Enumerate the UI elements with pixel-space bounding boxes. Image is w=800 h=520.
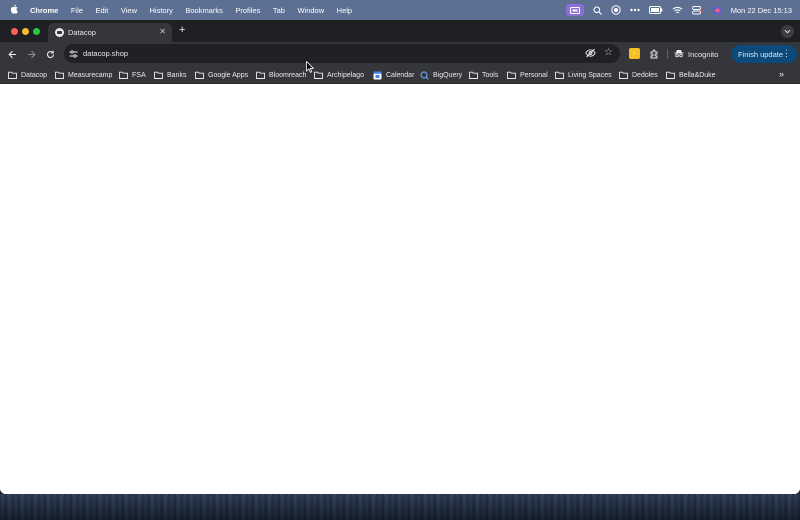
address-url[interactable]: datacop.shop [83,49,128,58]
tab-title: Datacop [68,28,96,37]
folder-icon [555,71,564,79]
screen-share-icon[interactable] [565,4,584,16]
bookmark-label: Banks [167,71,187,79]
menu-tab[interactable]: Tab [273,6,285,15]
folder-icon [119,71,128,79]
site-info-tune-icon[interactable] [68,48,79,59]
bookmark-label: Archipelago [327,71,364,79]
bookmark-star-icon[interactable]: ☆ [604,47,613,59]
extensions-puzzle-icon[interactable] [648,48,660,60]
bookmark-fsa[interactable]: FSA [119,69,146,81]
forward-arrow-icon[interactable] [25,48,37,60]
folder-icon [256,71,265,79]
tab-search-chevron-icon[interactable] [781,25,794,38]
menu-bookmarks[interactable]: Bookmarks [185,6,223,15]
chrome-window: Datacop ✕ + datacop.shop ☆ ⚡ Incognito F… [0,20,800,494]
folder-icon [619,71,628,79]
folder-icon [666,71,675,79]
bookmark-label: Dedoles [632,71,658,79]
menubar-status-area: Mon 22 Dec 15:13 [565,0,792,20]
bookmark-label: Datacop [21,71,48,79]
tab-strip: Datacop ✕ + [0,20,800,42]
bookmark-banks[interactable]: Banks [154,69,186,81]
bookmark-tools[interactable]: Tools [469,69,498,81]
more-dots-icon[interactable] [630,4,640,16]
menu-chrome[interactable]: Chrome [30,6,58,15]
tab-datacop[interactable]: Datacop ✕ [48,23,172,42]
bookmark-datacop[interactable]: Datacop [8,69,47,81]
bookmark-label: Tools [482,71,499,79]
back-arrow-icon[interactable] [6,48,18,60]
window-minimize-button[interactable] [22,28,29,35]
bookmark-label: Personal [520,71,548,79]
bookmark-label: Bloomreach [269,71,307,79]
bookmark-label: Measurecamp [68,71,113,79]
browser-toolbar: datacop.shop ☆ ⚡ Incognito Finish update… [0,42,800,66]
folder-icon [8,71,17,79]
tab-close-icon[interactable]: ✕ [159,27,166,36]
folder-icon [154,71,163,79]
bookmarks-bar: Datacop Measurecamp FSA Banks Google App… [0,66,800,84]
reload-icon[interactable] [44,48,56,60]
finish-update-label: Finish update [738,49,784,59]
folder-icon [195,71,204,79]
bookmark-personal[interactable]: Personal [507,69,548,81]
tab-favicon-icon [55,28,64,37]
macos-menu-bar: Chrome File Edit View History Bookmarks … [0,0,800,20]
bookmark-archipelago[interactable]: Archipelago [314,69,364,81]
desktop-wallpaper-strip [0,494,800,520]
bookmarks-overflow-chevron-icon[interactable]: » [779,69,784,79]
bigquery-icon [420,70,429,80]
bookmark-google-apps[interactable]: Google Apps [195,69,248,81]
menu-profiles[interactable]: Profiles [235,6,260,15]
bookmark-measurecamp[interactable]: Measurecamp [55,69,112,81]
apple-menu-icon[interactable] [10,4,20,16]
menu-help[interactable]: Help [337,6,352,15]
folder-icon [469,71,478,79]
incognito-icon [674,49,684,60]
incognito-indicator[interactable]: Incognito [674,46,718,62]
bookmark-label: Calendar [386,71,415,79]
menu-view[interactable]: View [121,6,137,15]
address-bar[interactable]: datacop.shop ☆ [64,44,620,63]
finish-update-button[interactable]: Finish update ⋮ [731,45,797,63]
chrome-menu-kebab-icon[interactable]: ⋮ [782,48,791,59]
bookmark-label: FSA [132,71,146,79]
window-maximize-button[interactable] [33,28,40,35]
bookmark-label: Living Spaces [568,71,612,79]
control-center-icon[interactable] [691,4,704,16]
calendar-icon [373,71,382,79]
new-tab-plus-icon[interactable]: + [179,25,185,36]
menubar-clock[interactable]: Mon 22 Dec 15:13 [731,6,792,15]
siri-icon[interactable] [713,4,722,16]
window-close-button[interactable] [11,28,18,35]
menu-history[interactable]: History [150,6,173,15]
spotlight-search-icon[interactable] [593,4,602,16]
toolbar-divider [667,49,668,59]
bookmark-label: Google Apps [208,71,249,79]
bookmark-bloomreach[interactable]: Bloomreach [256,69,306,81]
bookmark-dedoles[interactable]: Dedoles [619,69,658,81]
bookmark-living-spaces[interactable]: Living Spaces [555,69,612,81]
bookmark-label: BigQuery [433,71,463,79]
bookmark-bella-duke[interactable]: Bella&Duke [666,69,716,81]
record-icon[interactable] [611,4,621,16]
folder-icon [314,71,323,79]
wifi-icon[interactable] [672,4,683,16]
page-content-area[interactable] [0,84,800,494]
tracking-protection-eye-icon[interactable] [585,48,596,60]
incognito-label: Incognito [688,49,719,59]
menu-edit[interactable]: Edit [95,6,108,15]
folder-icon [507,71,516,79]
bookmark-calendar[interactable]: Calendar [373,69,414,81]
menu-window[interactable]: Window [297,6,324,15]
folder-icon [55,71,64,79]
bookmark-bigquery[interactable]: BigQuery [420,69,462,81]
battery-icon[interactable] [648,4,663,16]
mouse-cursor-icon [306,61,314,73]
extension-lightning-icon[interactable]: ⚡ [629,48,640,59]
menu-file[interactable]: File [71,6,83,15]
bookmark-label: Bella&Duke [679,71,716,79]
